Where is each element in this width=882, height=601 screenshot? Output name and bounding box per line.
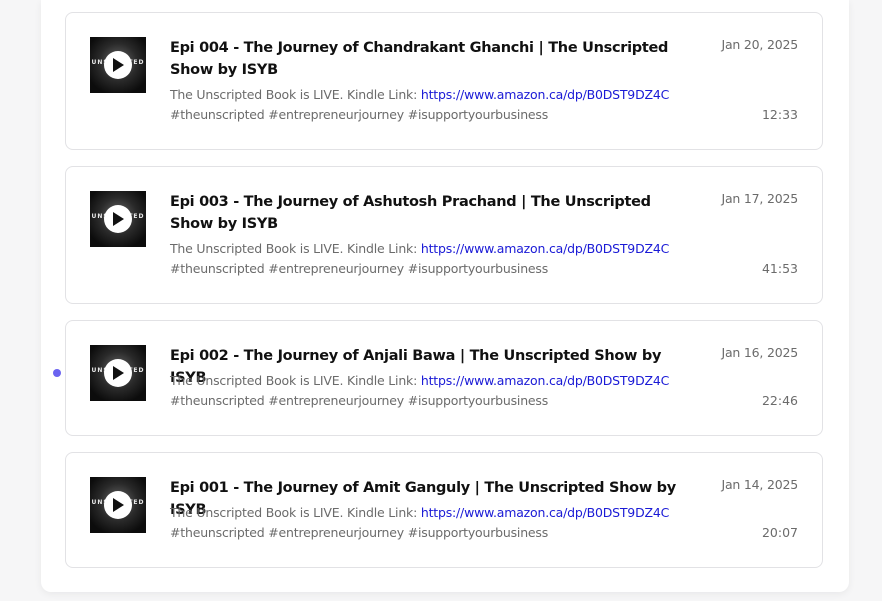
episode-card[interactable]: UNSCRIPTED Epi 003 - The Journey of Ashu… <box>65 166 823 304</box>
episode-date: Jan 17, 2025 <box>721 191 798 206</box>
play-button[interactable] <box>104 205 132 233</box>
play-button[interactable] <box>104 491 132 519</box>
episode-description: The Unscripted Book is LIVE. Kindle Link… <box>170 503 710 543</box>
episode-thumbnail[interactable]: UNSCRIPTED <box>90 477 146 533</box>
episode-hashtags: #theunscripted #entrepreneurjourney #isu… <box>170 393 549 408</box>
episode-list-panel: UNSCRIPTED Epi 004 - The Journey of Chan… <box>41 0 849 592</box>
play-icon <box>113 498 124 512</box>
episode-thumbnail[interactable]: UNSCRIPTED <box>90 345 146 401</box>
episode-hashtags: #theunscripted #entrepreneurjourney #isu… <box>170 261 549 276</box>
play-icon <box>113 58 124 72</box>
episode-thumbnail[interactable]: UNSCRIPTED <box>90 191 146 247</box>
episode-card[interactable]: UNSCRIPTED Epi 004 - The Journey of Chan… <box>65 12 823 150</box>
description-text: The Unscripted Book is LIVE. Kindle Link… <box>170 505 421 520</box>
play-button[interactable] <box>104 359 132 387</box>
episode-hashtags: #theunscripted #entrepreneurjourney #isu… <box>170 107 549 122</box>
episode-description: The Unscripted Book is LIVE. Kindle Link… <box>170 239 710 279</box>
episode-description: The Unscripted Book is LIVE. Kindle Link… <box>170 85 710 125</box>
play-button[interactable] <box>104 51 132 79</box>
episode-thumbnail[interactable]: UNSCRIPTED <box>90 37 146 93</box>
play-icon <box>113 366 124 380</box>
episode-duration: 22:46 <box>761 393 798 408</box>
kindle-link[interactable]: https://www.amazon.ca/dp/B0DST9DZ4C <box>421 505 669 520</box>
episode-hashtags: #theunscripted #entrepreneurjourney #isu… <box>170 525 549 540</box>
description-text: The Unscripted Book is LIVE. Kindle Link… <box>170 373 421 388</box>
now-playing-indicator <box>53 369 61 377</box>
kindle-link[interactable]: https://www.amazon.ca/dp/B0DST9DZ4C <box>421 373 669 388</box>
episode-duration: 12:33 <box>761 107 798 122</box>
episode-date: Jan 20, 2025 <box>721 37 798 52</box>
episode-title[interactable]: Epi 004 - The Journey of Chandrakant Gha… <box>170 37 690 81</box>
description-text: The Unscripted Book is LIVE. Kindle Link… <box>170 241 421 256</box>
episode-title[interactable]: Epi 003 - The Journey of Ashutosh Pracha… <box>170 191 690 235</box>
episode-description: The Unscripted Book is LIVE. Kindle Link… <box>170 371 710 411</box>
episode-duration: 41:53 <box>761 261 798 276</box>
episode-date: Jan 14, 2025 <box>721 477 798 492</box>
episode-duration: 20:07 <box>761 525 798 540</box>
kindle-link[interactable]: https://www.amazon.ca/dp/B0DST9DZ4C <box>421 87 669 102</box>
episode-card[interactable]: UNSCRIPTED Epi 001 - The Journey of Amit… <box>65 452 823 568</box>
episode-card[interactable]: UNSCRIPTED Epi 002 - The Journey of Anja… <box>53 320 823 436</box>
kindle-link[interactable]: https://www.amazon.ca/dp/B0DST9DZ4C <box>421 241 669 256</box>
episode-date: Jan 16, 2025 <box>721 345 798 360</box>
description-text: The Unscripted Book is LIVE. Kindle Link… <box>170 87 421 102</box>
play-icon <box>113 212 124 226</box>
